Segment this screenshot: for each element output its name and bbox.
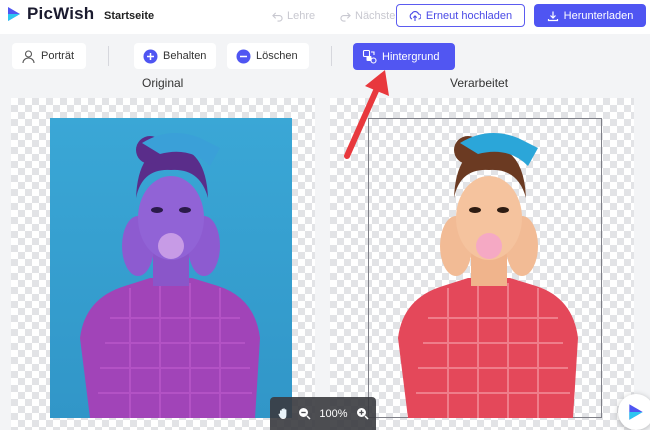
- toolbar-divider: [108, 46, 109, 66]
- redo-icon: [340, 11, 351, 22]
- edit-toolbar: Porträt Behalten Löschen Hintergrund: [0, 34, 650, 76]
- reupload-label: Erneut hochladen: [425, 9, 513, 22]
- original-label: Original: [142, 76, 184, 90]
- zoom-bar: 100%: [270, 397, 376, 430]
- background-label: Hintergrund: [382, 50, 440, 63]
- minus-circle-icon: [236, 49, 251, 63]
- zoom-out-icon[interactable]: [298, 407, 311, 420]
- original-person-illustration: [80, 133, 260, 418]
- picwish-logo-icon: [8, 7, 20, 21]
- delete-button[interactable]: Löschen: [227, 43, 309, 69]
- portrait-label: Porträt: [41, 50, 75, 62]
- original-preview-panel: [11, 98, 315, 430]
- processed-label: Verarbeitet: [450, 76, 509, 90]
- keep-label: Behalten: [163, 50, 207, 62]
- plus-circle-icon: [143, 49, 158, 63]
- upload-icon: [409, 10, 421, 21]
- download-button[interactable]: Herunterladen: [534, 4, 646, 27]
- download-label: Herunterladen: [563, 9, 634, 22]
- picwish-logo-icon: [629, 404, 643, 420]
- toolbar-divider: [331, 46, 332, 66]
- redo-label: Nächste: [355, 10, 396, 22]
- person-icon: [22, 49, 35, 63]
- original-photo: [50, 118, 292, 418]
- undo-label: Lehre: [287, 10, 316, 22]
- nav-home-link[interactable]: Startseite: [104, 10, 154, 22]
- hand-icon[interactable]: [277, 407, 290, 420]
- download-icon: [547, 11, 558, 21]
- redo-button[interactable]: Nächste: [340, 10, 395, 22]
- portrait-button[interactable]: Porträt: [12, 43, 86, 69]
- reupload-button[interactable]: Erneut hochladen: [396, 4, 525, 27]
- top-header: PicWish Startseite Lehre Nächste Erneut …: [0, 0, 650, 34]
- red-arrow-annotation: [344, 70, 389, 159]
- zoom-in-icon[interactable]: [356, 407, 369, 420]
- keep-button[interactable]: Behalten: [134, 43, 216, 69]
- background-swap-icon: [362, 49, 377, 64]
- help-widget-button[interactable]: [618, 394, 650, 430]
- undo-icon: [272, 11, 283, 22]
- zoom-level: 100%: [319, 407, 348, 420]
- undo-button[interactable]: Lehre: [272, 10, 315, 22]
- delete-label: Löschen: [256, 50, 298, 62]
- app-logo[interactable]: PicWish: [6, 4, 94, 24]
- processed-person-illustration: [398, 133, 578, 418]
- app-name: PicWish: [27, 4, 95, 23]
